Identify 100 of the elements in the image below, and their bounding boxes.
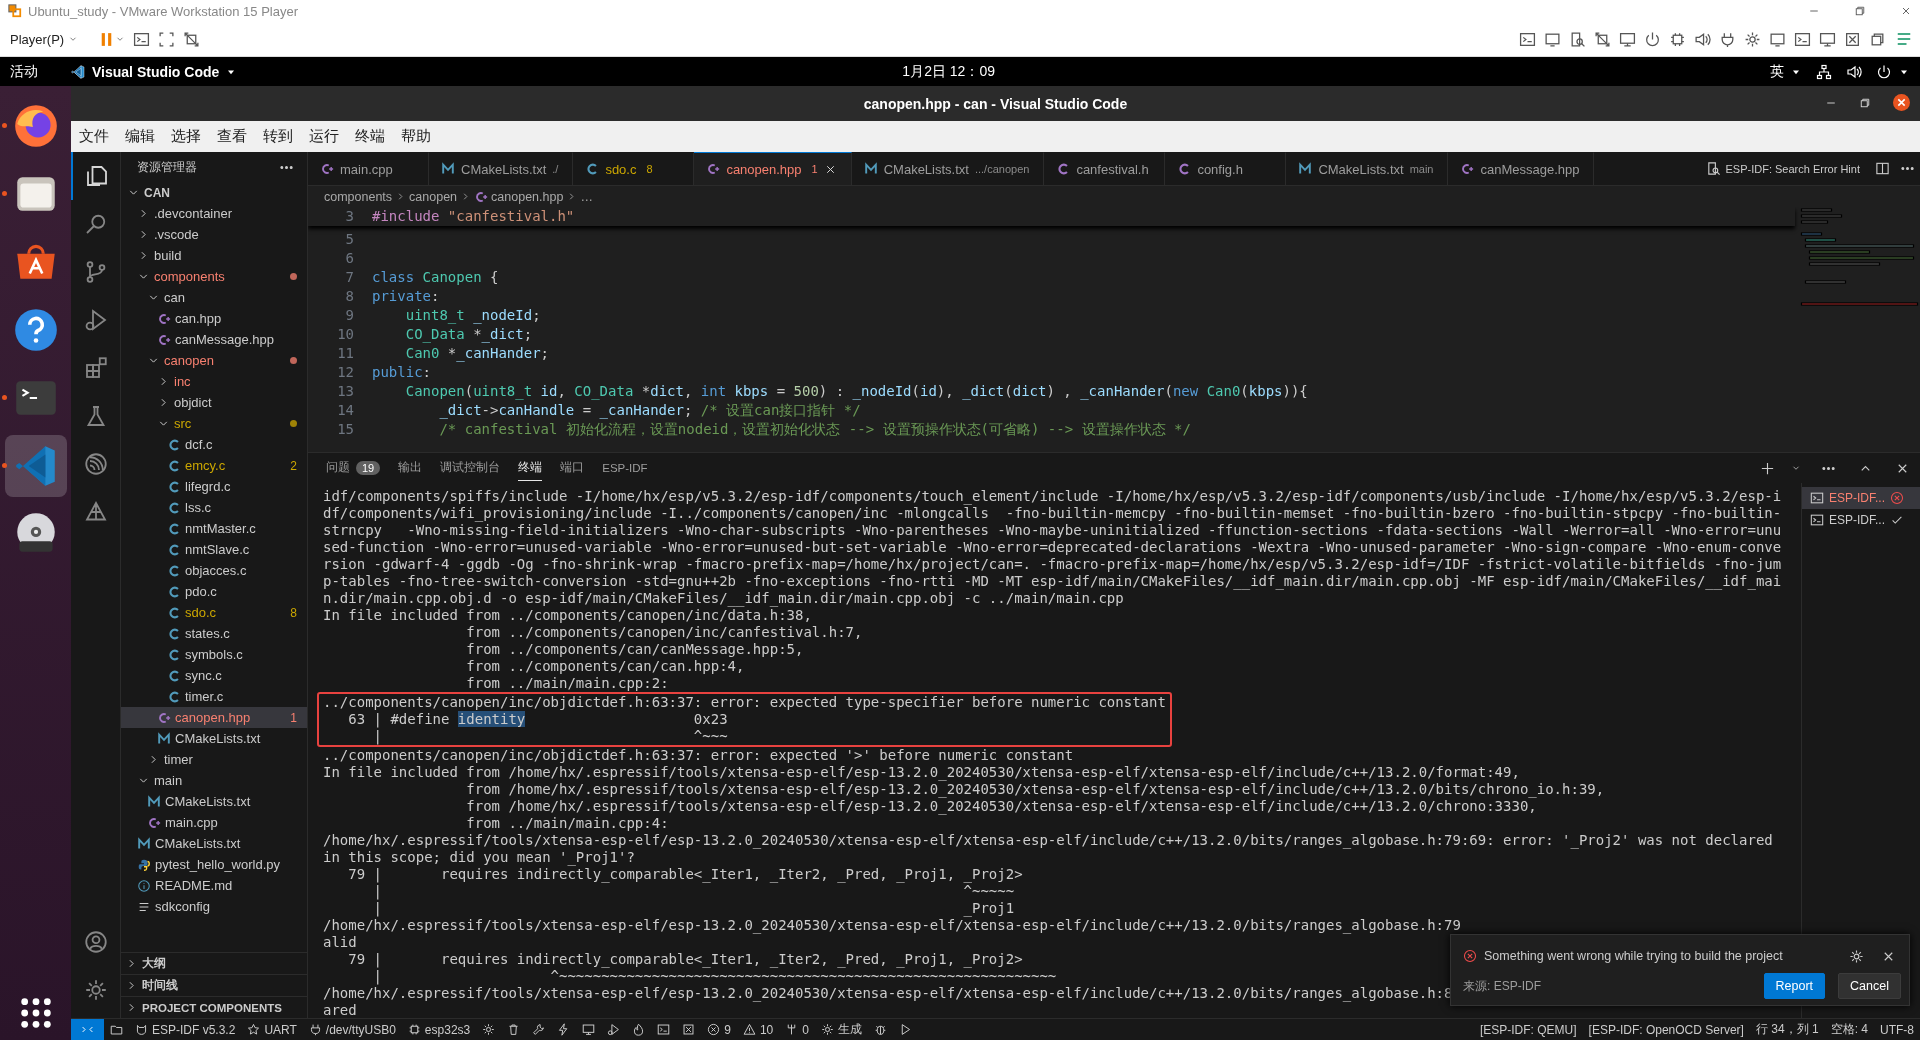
- terminal-icon[interactable]: [657, 1023, 671, 1036]
- search-error-hint-button[interactable]: ESP-IDF: Search Error Hint: [1725, 162, 1860, 175]
- plug-icon[interactable]: [308, 1023, 322, 1036]
- breadcrumb-item[interactable]: components: [324, 189, 393, 204]
- device-icon[interactable]: [1669, 30, 1686, 48]
- tree-item[interactable]: CMakeLists.txt: [121, 728, 307, 749]
- tree-item[interactable]: nmtMaster.c: [121, 518, 307, 539]
- tree-item[interactable]: timer.c: [121, 686, 307, 707]
- tree-item[interactable]: objdict: [121, 392, 307, 413]
- file-search-icon[interactable]: [1705, 161, 1721, 176]
- device-icon[interactable]: [1619, 30, 1636, 48]
- network-icon[interactable]: [1816, 63, 1832, 80]
- settings-icon[interactable]: [83, 978, 108, 1002]
- section-header[interactable]: 大纲: [121, 952, 307, 974]
- run-debug-icon[interactable]: [607, 1023, 621, 1036]
- tree-item[interactable]: canMessage.hpp: [121, 329, 307, 350]
- tree-item[interactable]: timer: [121, 749, 307, 770]
- close-icon[interactable]: [1893, 94, 1910, 111]
- menu-item[interactable]: 转到: [261, 127, 295, 146]
- tree-item[interactable]: main.cpp: [121, 812, 307, 833]
- device-icon[interactable]: [1694, 30, 1711, 48]
- account-icon[interactable]: [83, 930, 108, 954]
- tree-item[interactable]: sdkconfig: [121, 896, 307, 917]
- tree-item[interactable]: sdo.c 8: [121, 602, 307, 623]
- tree-item[interactable]: can: [121, 287, 307, 308]
- tree-item[interactable]: components: [121, 266, 307, 287]
- app-menu[interactable]: Visual Studio Code: [92, 63, 220, 80]
- warning-icon[interactable]: [742, 1023, 756, 1036]
- tree-item[interactable]: lifegrd.c: [121, 476, 307, 497]
- tree-item[interactable]: README.md: [121, 875, 307, 896]
- tree-item[interactable]: sync.c: [121, 665, 307, 686]
- gear-icon[interactable]: [482, 1023, 496, 1036]
- tree-item[interactable]: canopen.hpp 1: [121, 707, 307, 728]
- restore-icon[interactable]: [1854, 5, 1866, 17]
- gear-icon[interactable]: [820, 1023, 834, 1036]
- tree-item[interactable]: objacces.c: [121, 560, 307, 581]
- chip-icon[interactable]: [407, 1023, 421, 1036]
- status-text[interactable]: [ESP-IDF: OpenOCD Server]: [1582, 1022, 1750, 1037]
- terminal-list-item[interactable]: ESP-IDF...: [1802, 509, 1920, 531]
- device-icon[interactable]: [1744, 30, 1761, 48]
- editor-tab[interactable]: CMakeLists.txt main: [1286, 152, 1449, 185]
- editor-tab[interactable]: canfestival.h: [1044, 152, 1166, 185]
- error-icon[interactable]: [707, 1023, 721, 1036]
- device-icon[interactable]: [1569, 30, 1586, 48]
- breadcrumb-item[interactable]: canopen.hpp: [491, 189, 564, 204]
- tree-item[interactable]: inc: [121, 371, 307, 392]
- crossed-box-icon[interactable]: [682, 1023, 696, 1036]
- status-text[interactable]: 空格: 4: [1824, 1021, 1874, 1038]
- tree-item[interactable]: CAN: [121, 182, 307, 203]
- star-icon[interactable]: [247, 1023, 261, 1036]
- editor-tab[interactable]: canopen.hpp 1: [694, 152, 852, 185]
- status-text[interactable]: 生成: [837, 1021, 862, 1038]
- status-text[interactable]: [ESP-IDF: QEMU]: [1473, 1022, 1583, 1037]
- panel-tab[interactable]: 终端: [518, 455, 543, 481]
- power-icon[interactable]: [1876, 63, 1892, 80]
- input-method[interactable]: 英: [1770, 62, 1784, 81]
- status-text[interactable]: ESP-IDF v5.3.2: [152, 1022, 236, 1037]
- send-keys-icon[interactable]: [133, 30, 151, 48]
- player-menu[interactable]: Player(P): [6, 29, 69, 49]
- restore-icon[interactable]: [1859, 96, 1871, 109]
- trash-icon[interactable]: [507, 1023, 521, 1036]
- status-text[interactable]: UTF-8: [1874, 1022, 1920, 1037]
- status-text[interactable]: esp32s3: [424, 1022, 471, 1037]
- tree-item[interactable]: src: [121, 413, 307, 434]
- tree-item[interactable]: can.hpp: [121, 308, 307, 329]
- tree-item[interactable]: emcy.c 2: [121, 455, 307, 476]
- fullscreen-icon[interactable]: [158, 30, 176, 48]
- breadcrumb-item[interactable]: canopen: [409, 189, 458, 204]
- remote-button[interactable]: [71, 1018, 104, 1040]
- monitor-icon[interactable]: [582, 1023, 596, 1036]
- editor-tab[interactable]: CMakeLists.txt ./: [429, 152, 574, 185]
- tree-item[interactable]: pdo.c: [121, 581, 307, 602]
- tree-item[interactable]: CMakeLists.txt: [121, 791, 307, 812]
- editor-tab[interactable]: config.h: [1165, 152, 1287, 185]
- status-text[interactable]: /dev/ttyUSB0: [325, 1022, 396, 1037]
- editor-tab[interactable]: CMakeLists.txt .../canopen: [851, 152, 1045, 185]
- tree-item[interactable]: CMakeLists.txt: [121, 833, 307, 854]
- volume-icon[interactable]: [1846, 63, 1862, 80]
- device-icon[interactable]: [1519, 30, 1536, 48]
- menu-item[interactable]: 文件: [77, 127, 111, 146]
- panel-tab[interactable]: 问题 19: [326, 455, 381, 481]
- device-icon[interactable]: [1594, 30, 1611, 48]
- breadcrumb-item[interactable]: …: [580, 189, 593, 204]
- status-text[interactable]: 10: [759, 1022, 774, 1037]
- tree-item[interactable]: .vscode: [121, 224, 307, 245]
- status-text[interactable]: 0: [802, 1022, 809, 1037]
- section-header[interactable]: 时间线: [121, 974, 307, 996]
- panel-tab[interactable]: 输出: [398, 455, 423, 481]
- panel-tab[interactable]: 端口: [560, 455, 585, 481]
- device-icon[interactable]: [1819, 30, 1836, 48]
- bug-icon[interactable]: [873, 1023, 887, 1036]
- device-icon[interactable]: [1794, 30, 1811, 48]
- run-debug-icon[interactable]: [83, 308, 108, 332]
- menu-item[interactable]: 查看: [215, 127, 249, 146]
- tree-item[interactable]: .devcontainer: [121, 203, 307, 224]
- flame-icon[interactable]: [632, 1023, 646, 1036]
- tree-item[interactable]: symbols.c: [121, 644, 307, 665]
- menu-item[interactable]: 编辑: [123, 127, 157, 146]
- tree-item[interactable]: pytest_hello_world.py: [121, 854, 307, 875]
- editor-tab[interactable]: canMessage.hpp: [1448, 152, 1595, 185]
